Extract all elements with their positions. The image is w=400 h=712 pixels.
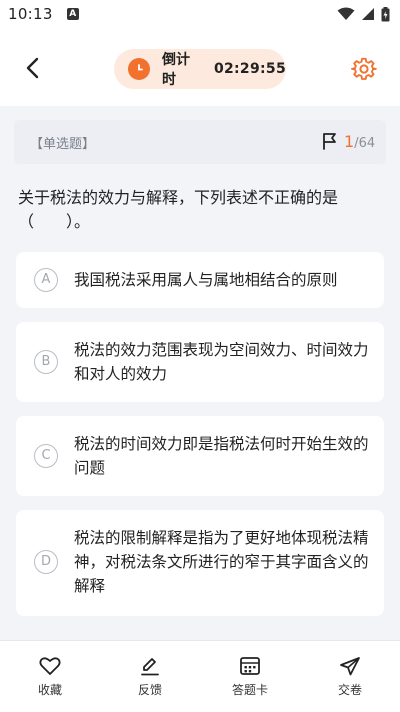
countdown-timer: 倒计时 02:29:55 bbox=[114, 49, 286, 89]
question-text: 关于税法的效力与解释，下列表述不正确的是（ ）。 bbox=[18, 188, 339, 231]
notification-icon: A bbox=[66, 8, 79, 20]
option-letter: C bbox=[34, 444, 58, 468]
flag-icon[interactable] bbox=[322, 132, 338, 154]
nav-label: 收藏 bbox=[37, 683, 62, 697]
progress-current: 1 bbox=[344, 132, 355, 151]
clock-icon bbox=[128, 58, 150, 80]
nav-label: 答题卡 bbox=[231, 683, 268, 697]
gear-icon bbox=[351, 57, 377, 80]
option-letter: A bbox=[34, 268, 58, 292]
nav-label: 交卷 bbox=[337, 683, 362, 697]
timer-label: 倒计时 bbox=[161, 52, 190, 88]
question-type-bar: 【单选题】 1/64 bbox=[14, 120, 386, 164]
header: 倒计时 02:29:55 bbox=[0, 28, 400, 106]
bottom-nav: 收藏 反馈 答题卡 交卷 bbox=[0, 640, 400, 712]
option-text: 税法的效力范围表现为空间效力、时间效力和对人的效力 bbox=[74, 341, 369, 383]
progress-total: /64 bbox=[354, 136, 376, 151]
status-icons bbox=[337, 6, 390, 22]
answer-sheet-button[interactable]: 答题卡 bbox=[210, 641, 290, 712]
option-b[interactable]: B 税法的效力范围表现为空间效力、时间效力和对人的效力 bbox=[16, 322, 384, 402]
battery-icon bbox=[381, 6, 390, 21]
timer-value: 02:29:55 bbox=[213, 61, 286, 77]
favorite-button[interactable]: 收藏 bbox=[10, 641, 90, 712]
edit-icon bbox=[139, 655, 161, 677]
option-a[interactable]: A 我国税法采用属人与属地相结合的原则 bbox=[16, 252, 384, 308]
option-text: 税法的限制解释是指为了更好地体现税法精神，对税法条文所进行的窄于其字面含义的解释 bbox=[74, 529, 369, 595]
signal-icon bbox=[362, 8, 374, 20]
question-progress: 1/64 bbox=[344, 132, 375, 151]
option-text: 我国税法采用属人与属地相结合的原则 bbox=[74, 271, 338, 289]
submit-button[interactable]: 交卷 bbox=[310, 641, 390, 712]
status-bar: 10:13 A bbox=[0, 0, 400, 28]
feedback-button[interactable]: 反馈 bbox=[110, 641, 190, 712]
nav-label: 反馈 bbox=[137, 683, 162, 697]
back-button[interactable] bbox=[20, 55, 46, 81]
option-text: 税法的时间效力即是指税法何时开始生效的问题 bbox=[74, 435, 369, 477]
heart-icon bbox=[39, 655, 61, 677]
wifi-icon bbox=[337, 7, 355, 20]
chevron-left-icon bbox=[26, 57, 39, 79]
question-type-label: 【单选题】 bbox=[30, 137, 96, 152]
send-icon bbox=[339, 655, 361, 677]
status-time: 10:13 bbox=[8, 5, 53, 23]
option-d[interactable]: D 税法的限制解释是指为了更好地体现税法精神，对税法条文所进行的窄于其字面含义的… bbox=[16, 510, 384, 616]
status-left: 10:13 A bbox=[8, 5, 79, 23]
option-letter: D bbox=[34, 550, 58, 574]
settings-button[interactable] bbox=[350, 55, 378, 83]
option-c[interactable]: C 税法的时间效力即是指税法何时开始生效的问题 bbox=[16, 416, 384, 496]
option-letter: B bbox=[34, 350, 58, 374]
calendar-icon bbox=[239, 655, 261, 677]
